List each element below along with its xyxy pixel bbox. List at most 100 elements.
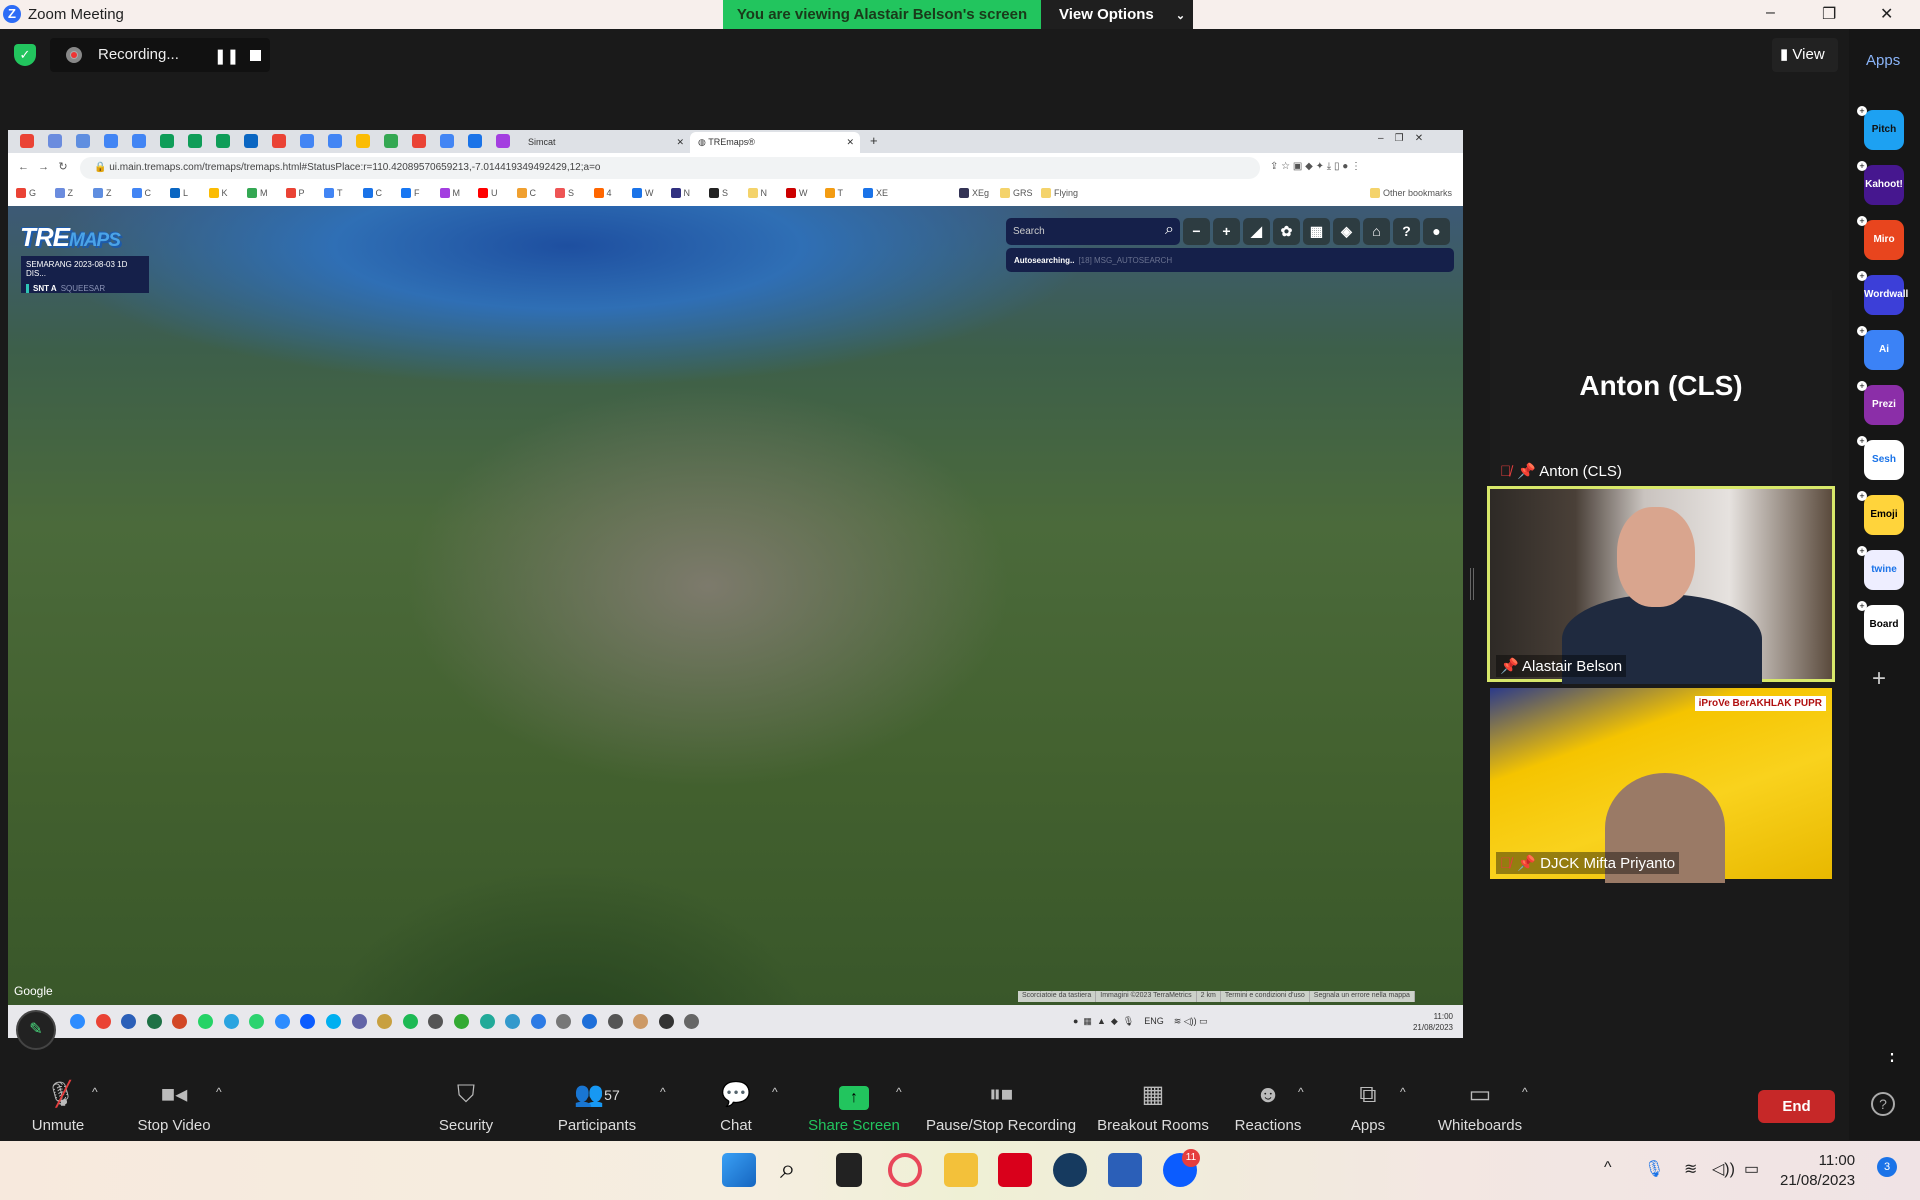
add-app-plus-icon[interactable]: + [1857, 326, 1867, 336]
shared-taskbar-app-icon[interactable] [249, 1014, 265, 1029]
apps-caret[interactable]: ^ [1400, 1085, 1406, 1099]
bookmark-item[interactable]: M [247, 188, 268, 198]
zoom-out-button[interactable]: − [1183, 218, 1210, 245]
shared-taskbar-app-icon[interactable] [274, 1014, 290, 1029]
stop-recording-button[interactable] [250, 50, 261, 61]
bookmark-item[interactable]: K [208, 188, 228, 198]
stop-video-button[interactable]: ■◂ Stop Video [130, 1065, 218, 1140]
search-icon[interactable]: ⌕ [1165, 221, 1174, 239]
shared-taskbar-app-icon[interactable] [300, 1014, 316, 1029]
pinned-tab-contacts-icon[interactable] [468, 134, 482, 148]
annotate-pen-icon[interactable]: ✎ [16, 1010, 56, 1050]
palette-icon[interactable]: ✿ [1273, 218, 1300, 245]
keyboard-shortcuts-link[interactable]: Scorciatoie da tastiera [1018, 991, 1097, 1002]
view-options-button[interactable]: View Options ⌄ [1041, 0, 1193, 29]
shared-taskbar-app-icon[interactable] [402, 1014, 418, 1029]
chat-button[interactable]: 💬 Chat [706, 1065, 766, 1140]
url-input[interactable]: 🔒 ui.main.tremaps.com/tremaps/tremaps.ht… [80, 157, 1260, 179]
bookmark-item[interactable]: T [824, 188, 843, 198]
apps-label[interactable]: Apps [1866, 52, 1900, 69]
shared-taskbar-app-icon[interactable] [172, 1014, 188, 1029]
video-tile-alastair[interactable]: 📌 Alastair Belson [1487, 486, 1835, 684]
microphone-icon[interactable]: 🎙 [1644, 1159, 1664, 1179]
shared-taskbar-app-icon[interactable] [95, 1014, 111, 1029]
bookmark-item[interactable]: C [362, 188, 382, 198]
shared-taskbar-app-icon[interactable] [70, 1014, 85, 1029]
app-sesh-icon[interactable]: Sesh [1864, 440, 1904, 480]
bookmark-item[interactable]: W [632, 188, 654, 198]
bookmark-item[interactable]: M [439, 188, 460, 198]
notification-badge[interactable]: 3 [1877, 1157, 1897, 1177]
add-app-plus-icon[interactable]: + [1857, 106, 1867, 116]
shared-taskbar-app-icon[interactable] [198, 1014, 213, 1029]
window-controls[interactable]: – ❐ ✕ [1378, 133, 1423, 144]
bookmark-item[interactable]: GRS [1000, 188, 1033, 198]
layer-info-box[interactable]: SEMARANG 2023-08-03 1D DIS... SNT A SQUEE… [21, 256, 149, 293]
pinned-tab-calendar-icon[interactable] [328, 134, 342, 148]
bookmark-item[interactable]: 4 [593, 188, 612, 198]
bookmark-item[interactable]: N [670, 188, 690, 198]
shared-taskbar-app-icon[interactable] [479, 1014, 495, 1029]
file-explorer-icon[interactable] [944, 1153, 978, 1187]
bookmark-item[interactable]: C [516, 188, 536, 198]
bookmark-item[interactable]: G [16, 188, 36, 198]
shared-taskbar-app-icon[interactable] [684, 1014, 700, 1029]
bookmark-item[interactable]: Z [93, 188, 112, 198]
bookmark-item[interactable]: P [285, 188, 305, 198]
shared-taskbar-app-icon[interactable] [505, 1014, 521, 1029]
app-twine-icon[interactable]: twine [1864, 550, 1904, 590]
add-app-plus-icon[interactable]: + [1857, 381, 1867, 391]
map-search-input[interactable]: Search ⌕ [1006, 218, 1180, 245]
unmute-button[interactable]: 🎙╱ Unmute [22, 1065, 94, 1140]
add-app-plus-icon[interactable]: + [1857, 436, 1867, 446]
shared-taskbar-app-icon[interactable] [326, 1014, 341, 1029]
shared-taskbar-app-icon[interactable] [658, 1014, 674, 1029]
app-board-icon[interactable]: Board [1864, 605, 1904, 645]
word-icon[interactable] [1108, 1153, 1142, 1187]
add-app-button[interactable]: + [1872, 665, 1886, 693]
bookmark-item[interactable]: L [170, 188, 188, 198]
home-icon[interactable]: ⌂ [1363, 218, 1390, 245]
minimize-button[interactable]: – [1766, 4, 1775, 22]
pause-stop-recording-button[interactable]: ⏸⏹ Pause/Stop Recording [922, 1065, 1080, 1140]
taskbar-clock[interactable]: 11:00 21/08/2023 [1780, 1151, 1855, 1191]
acrobat-icon[interactable] [998, 1153, 1032, 1187]
restore-button[interactable]: ❐ [1822, 4, 1836, 24]
search-icon[interactable]: ⌕ [780, 1153, 796, 1186]
chat-caret[interactable]: ^ [772, 1085, 778, 1099]
shared-taskbar-app-icon[interactable] [556, 1014, 572, 1029]
bookmark-item[interactable]: W [786, 188, 808, 198]
start-button-icon[interactable] [722, 1153, 756, 1187]
pinned-tab-translate-icon[interactable] [440, 134, 454, 148]
scale-bar[interactable]: 2 km [1197, 991, 1221, 1002]
bookmark-item[interactable]: XE [863, 188, 888, 198]
participants-caret[interactable]: ^ [660, 1085, 666, 1099]
add-app-plus-icon[interactable]: + [1857, 491, 1867, 501]
wifi-icon[interactable]: ≋ [1684, 1159, 1697, 1179]
add-app-plus-icon[interactable]: + [1857, 601, 1867, 611]
opera-icon[interactable] [888, 1153, 922, 1187]
pinned-tab-sheets-icon[interactable] [160, 134, 174, 148]
steam-icon[interactable] [1053, 1153, 1087, 1187]
other-bookmarks[interactable]: Other bookmarks [1370, 188, 1452, 198]
shared-taskbar-app-icon[interactable] [454, 1014, 469, 1029]
pause-recording-button[interactable]: ❚❚ [214, 47, 239, 65]
pinned-tab-gmail-icon[interactable] [272, 134, 286, 148]
video-options-caret[interactable]: ^ [216, 1085, 222, 1099]
add-app-plus-icon[interactable]: + [1857, 546, 1867, 556]
video-tile-djck[interactable]: iProVe BerAKHLAK PUPR 🎙̸ 📌 DJCK Mifta Pri… [1490, 688, 1832, 883]
share-screen-button[interactable]: ↑ Share Screen [806, 1065, 902, 1140]
bookmark-item[interactable]: Flying [1041, 188, 1078, 198]
pinned-tab-calendar-icon[interactable] [132, 134, 146, 148]
audio-options-caret[interactable]: ^ [92, 1085, 98, 1099]
shared-taskbar-app-icon[interactable] [223, 1014, 239, 1029]
terms-link[interactable]: Termini e condizioni d'uso [1221, 991, 1310, 1002]
pinned-tab-sheets-icon[interactable] [216, 134, 230, 148]
end-meeting-button[interactable]: End [1758, 1090, 1835, 1123]
share-caret[interactable]: ^ [896, 1085, 902, 1099]
bookmark-item[interactable]: F [401, 188, 420, 198]
reactions-button[interactable]: ☻ Reactions [1230, 1065, 1306, 1140]
whiteboards-button[interactable]: ▭ Whiteboards [1432, 1065, 1528, 1140]
pinned-tab-calendar-icon[interactable] [300, 134, 314, 148]
security-shield-icon[interactable]: ✓ [14, 44, 36, 66]
